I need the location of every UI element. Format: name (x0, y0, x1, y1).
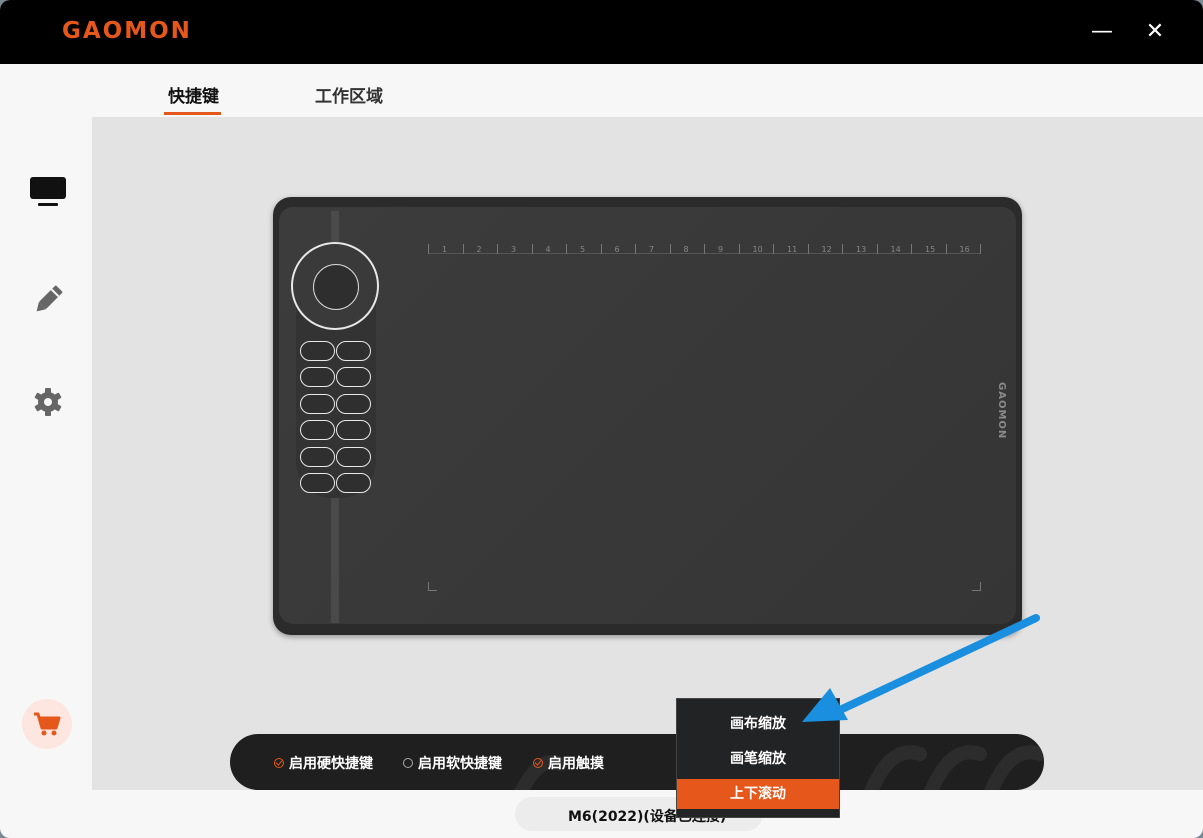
ruler-tick (773, 244, 774, 254)
ruler-number: 8 (683, 245, 689, 254)
ruler-tick (428, 244, 429, 254)
close-button[interactable]: ✕ (1141, 18, 1169, 46)
dial-center-button[interactable] (313, 264, 359, 310)
active-area-corner (972, 582, 981, 591)
ruler-number: 6 (614, 245, 620, 254)
ruler-number: 10 (752, 245, 763, 254)
ruler-tick (531, 244, 533, 254)
annotation-arrow-icon (802, 614, 1040, 722)
active-area-corner (428, 582, 437, 591)
ruler-tick (980, 244, 981, 254)
ruler-tick (600, 244, 602, 254)
ruler-tick (462, 244, 464, 254)
checkbox-checked-icon (533, 758, 543, 768)
checkbox-unchecked-icon (403, 758, 413, 768)
express-key-6[interactable] (336, 393, 371, 414)
express-key-8[interactable] (336, 420, 371, 441)
express-key-10[interactable] (336, 446, 371, 467)
ruler-number: 15 (925, 245, 936, 254)
active-tab-indicator (164, 112, 221, 115)
express-key-2[interactable] (336, 341, 371, 361)
express-key-7[interactable] (300, 420, 335, 441)
ruler-number: 12 (821, 245, 832, 254)
checkbox-checked-icon (274, 758, 284, 768)
app-window: GAOMON — ✕ 快捷键 工作区域 1 2 3 4 5 6 7 8 9 10… (0, 0, 1203, 838)
tablet-surface (279, 207, 1016, 624)
gear-icon[interactable] (28, 382, 68, 422)
express-key-4[interactable] (336, 367, 371, 388)
enable-hard-shortcuts-checkbox[interactable]: 启用硬快捷键 (274, 753, 373, 773)
ruler-tick (566, 244, 567, 254)
express-key-9[interactable] (300, 446, 335, 467)
ruler-number: 11 (787, 245, 798, 254)
ruler-tick (842, 244, 843, 254)
ruler-tick (738, 244, 740, 254)
menu-item-brush-zoom[interactable]: 画笔缩放 (677, 744, 839, 774)
ruler-tick (704, 244, 705, 254)
ruler-number: 16 (959, 245, 970, 254)
ruler-tick (876, 244, 878, 254)
ruler-tick (807, 244, 809, 254)
minimize-button[interactable]: — (1088, 18, 1116, 46)
tablet-brand-text: GAOMON (996, 382, 1007, 440)
pen-icon[interactable] (28, 280, 68, 320)
option-label: 启用触摸 (548, 756, 604, 772)
ruler-tick (635, 244, 636, 254)
ruler-number: 13 (856, 245, 867, 254)
gaomon-logo: GAOMON (62, 18, 192, 44)
ruler-number: 4 (545, 245, 551, 254)
express-key-5[interactable] (300, 393, 335, 414)
ruler-number: 3 (511, 245, 517, 254)
ruler-number: 9 (718, 245, 724, 254)
ruler-number: 14 (890, 245, 901, 254)
monitor-icon[interactable] (28, 172, 68, 212)
ruler-number: 7 (649, 245, 655, 254)
express-key-3[interactable] (300, 367, 335, 388)
option-label: 启用软快捷键 (418, 756, 502, 772)
ruler-tick (669, 244, 671, 254)
express-key-1[interactable] (300, 341, 335, 361)
ruler-number: 5 (580, 245, 586, 254)
tab-shortcut-keys[interactable]: 快捷键 (168, 82, 219, 107)
cart-icon (34, 712, 61, 736)
option-label: 启用硬快捷键 (289, 756, 373, 772)
ruler-number: 2 (476, 245, 482, 254)
enable-soft-shortcuts-checkbox[interactable]: 启用软快捷键 (403, 753, 502, 773)
title-bar: GAOMON — ✕ (0, 0, 1203, 64)
ruler-tick (945, 244, 947, 254)
express-key-11[interactable] (300, 473, 335, 493)
express-key-12[interactable] (336, 473, 371, 493)
ruler-number: 1 (442, 245, 448, 254)
shop-cart-button[interactable] (22, 699, 72, 749)
ruler-tick (497, 244, 498, 254)
ruler-tick (911, 244, 912, 254)
menu-item-scroll[interactable]: 上下滚动 (677, 779, 839, 809)
enable-touch-checkbox[interactable]: 启用触摸 (533, 753, 604, 773)
tab-work-area[interactable]: 工作区域 (315, 82, 383, 107)
